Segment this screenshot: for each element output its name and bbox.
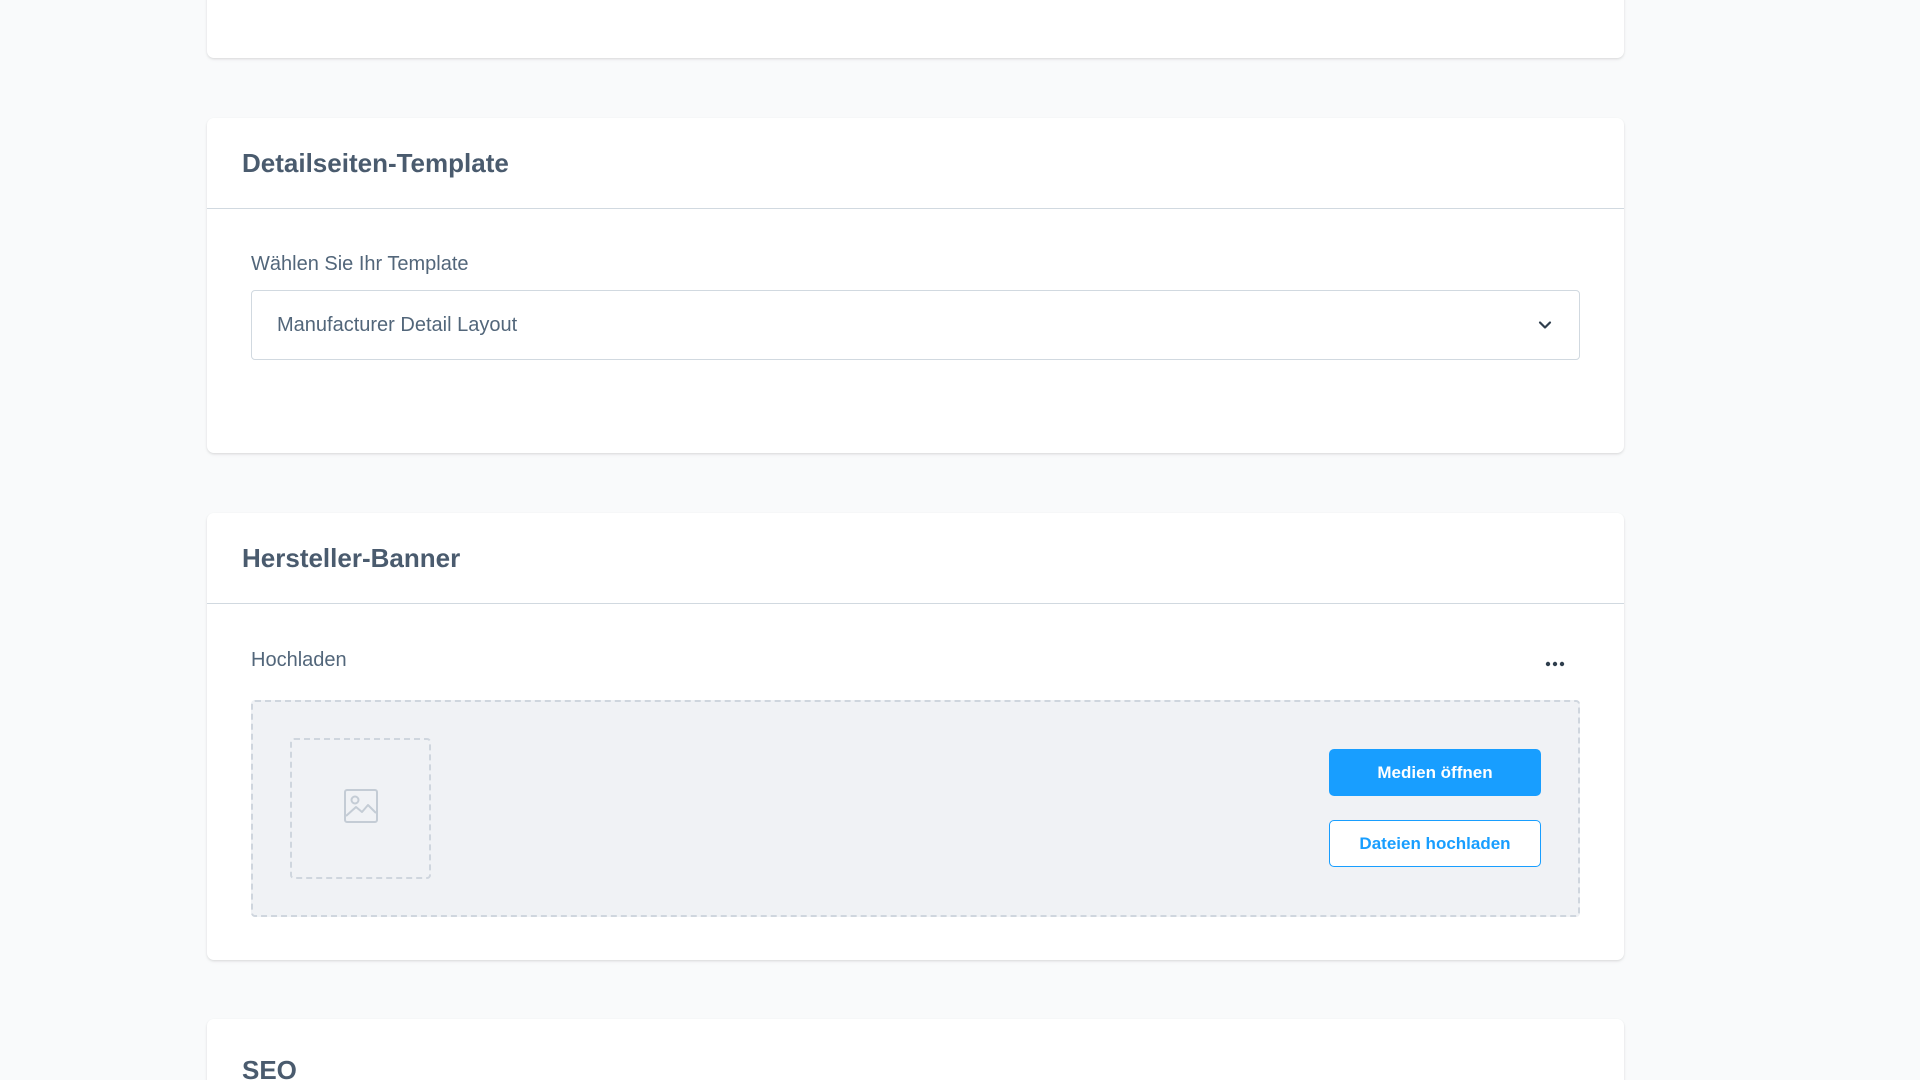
seo-card-title: SEO xyxy=(242,1055,297,1080)
upload-label: Hochladen xyxy=(251,648,347,671)
seo-card-header: SEO xyxy=(207,1019,1624,1080)
template-card-body: Wählen Sie Ihr Template Manufacturer Det… xyxy=(207,209,1624,360)
template-select-label: Wählen Sie Ihr Template xyxy=(251,253,469,275)
upload-header: Hochladen xyxy=(251,644,1580,676)
template-card-header: Detailseiten-Template xyxy=(207,118,1624,209)
template-select-value: Manufacturer Detail Layout xyxy=(277,313,518,336)
template-card: Detailseiten-Template Wählen Sie Ihr Tem… xyxy=(207,118,1624,453)
more-horizontal-icon[interactable] xyxy=(1540,652,1570,676)
seo-card: SEO xyxy=(207,1019,1624,1080)
banner-card-title: Hersteller-Banner xyxy=(242,542,461,573)
upload-preview xyxy=(290,738,431,879)
banner-card-body: Hochladen Medien öffnen Dateien hochlade… xyxy=(207,604,1624,917)
chevron-down-icon xyxy=(1537,317,1553,333)
upload-files-button[interactable]: Dateien hochladen xyxy=(1329,820,1541,867)
banner-card: Hersteller-Banner Hochladen Medien öffne… xyxy=(207,513,1624,960)
previous-card xyxy=(207,0,1624,58)
image-placeholder-icon xyxy=(343,788,379,829)
template-select[interactable]: Manufacturer Detail Layout xyxy=(251,290,1580,360)
template-card-title: Detailseiten-Template xyxy=(242,147,509,178)
open-media-button[interactable]: Medien öffnen xyxy=(1329,749,1541,796)
banner-card-header: Hersteller-Banner xyxy=(207,513,1624,604)
page: Detailseiten-Template Wählen Sie Ihr Tem… xyxy=(0,0,1920,1080)
upload-dropzone[interactable]: Medien öffnen Dateien hochladen xyxy=(251,700,1580,917)
